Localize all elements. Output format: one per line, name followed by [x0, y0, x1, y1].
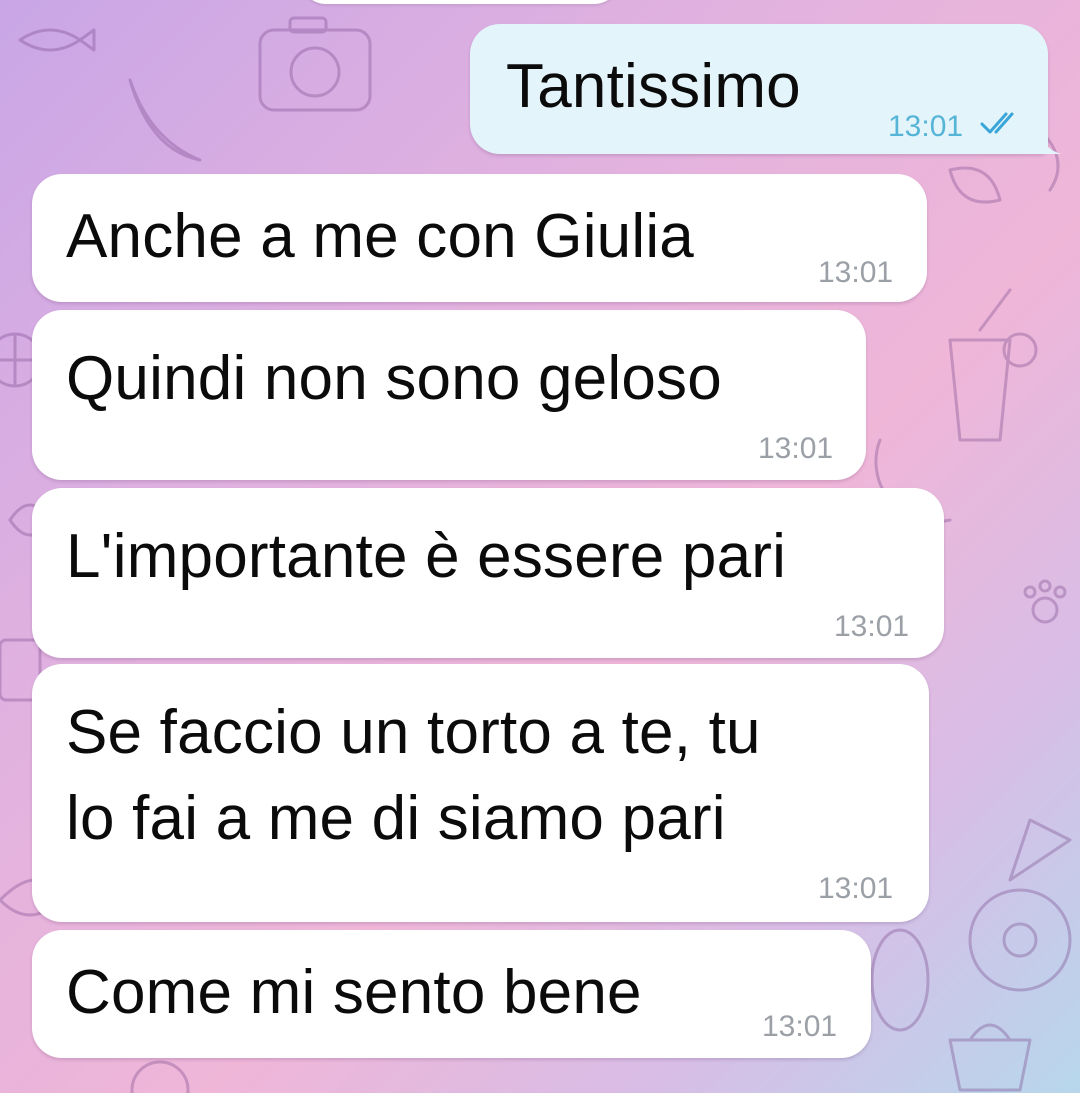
ice-cream-doodle-icon: [1008, 818, 1072, 882]
camera-doodle-icon: [258, 16, 372, 112]
paw-doodle-icon: [1023, 579, 1067, 624]
flipflop-doodle-icon: [870, 928, 930, 1032]
incoming-message-bubble[interactable]: L'importante è essere pari 13:01: [32, 488, 944, 658]
outgoing-message-bubble[interactable]: Tantissimo 13:01: [470, 24, 1062, 154]
donut-doodle-icon: [968, 888, 1072, 992]
message-time: 13:01: [888, 110, 964, 143]
message-text: Anche a me con Giulia: [66, 202, 694, 271]
fish-doodle-icon: [18, 28, 96, 52]
double-check-icon: [980, 112, 1014, 134]
banana-doodle-icon: [128, 78, 202, 162]
incoming-message-bubble[interactable]: Se faccio un torto a te, tu lo fai a me …: [32, 664, 929, 922]
message-text: Come mi sento bene: [66, 958, 642, 1027]
incoming-message-bubble[interactable]: Come mi sento bene 13:01: [32, 930, 871, 1058]
previous-message-bubble-edge: [300, 0, 620, 4]
message-time: 13:01: [834, 610, 910, 643]
incoming-message-bubble[interactable]: Quindi non sono geloso 13:01: [32, 310, 866, 480]
message-time: 13:01: [818, 256, 894, 289]
cocktail-doodle-icon: [948, 288, 1038, 442]
bubble-tail: [1040, 132, 1062, 154]
incoming-message-bubble[interactable]: Anche a me con Giulia 13:01: [32, 174, 927, 302]
message-time: 13:01: [762, 1010, 838, 1043]
message-time: 13:01: [758, 432, 834, 465]
message-text: Quindi non sono geloso: [66, 344, 722, 413]
bag-doodle-icon: [948, 1023, 1032, 1092]
message-text-line-2: lo fai a me di siamo pari: [66, 784, 726, 853]
message-text: L'importante è essere pari: [66, 522, 787, 591]
ball-doodle-icon: [130, 1060, 190, 1093]
message-text: Tantissimo: [506, 52, 801, 121]
message-time: 13:01: [818, 872, 894, 905]
message-text-line-1: Se faccio un torto a te, tu: [66, 698, 761, 767]
